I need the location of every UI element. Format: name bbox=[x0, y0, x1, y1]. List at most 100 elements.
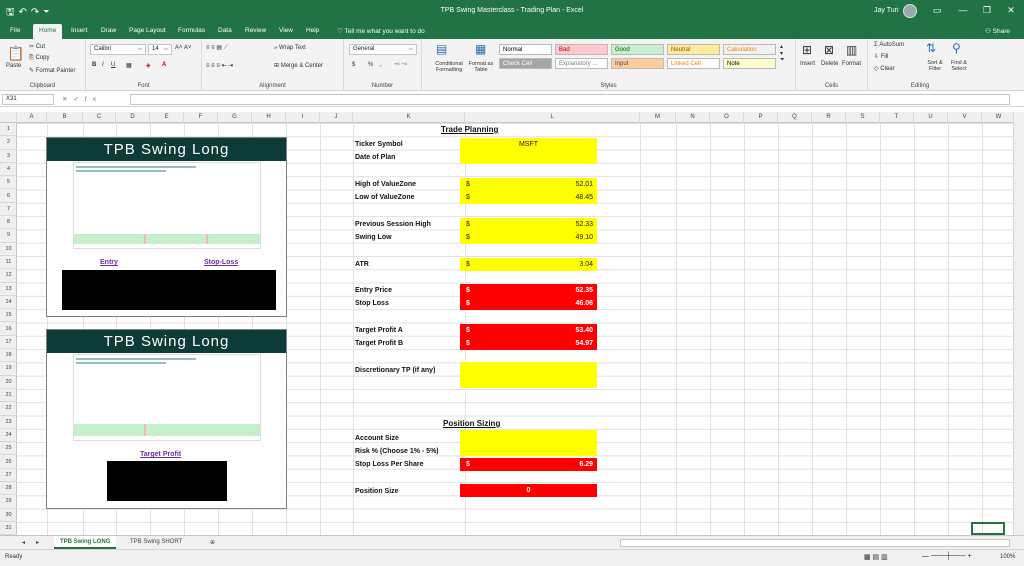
row-header-7[interactable]: 7 bbox=[0, 203, 17, 217]
column-header-p[interactable]: P bbox=[744, 112, 778, 123]
table-icon[interactable]: ▦ bbox=[475, 42, 486, 56]
row-header-9[interactable]: 9 bbox=[0, 229, 17, 243]
row-header-12[interactable]: 12 bbox=[0, 269, 17, 283]
row-header-29[interactable]: 29 bbox=[0, 495, 17, 509]
entry-link[interactable]: Entry bbox=[100, 259, 118, 266]
grow-font-icon[interactable]: A˄ A˅ bbox=[175, 45, 191, 51]
row-header-4[interactable]: 4 bbox=[0, 163, 17, 177]
zoom-slider[interactable]: — ───┼─── + bbox=[922, 553, 972, 560]
borders-icon[interactable]: ▦ bbox=[126, 62, 132, 69]
conditional-formatting-icon[interactable]: ▤ bbox=[436, 42, 447, 56]
row-header-15[interactable]: 15 bbox=[0, 309, 17, 323]
swing-low-cell[interactable]: $49.10 bbox=[460, 231, 597, 244]
date-cell[interactable] bbox=[460, 151, 597, 164]
bold-button[interactable]: B bbox=[92, 62, 96, 68]
cut-button[interactable]: ✂ Cut bbox=[29, 43, 45, 50]
copy-button[interactable]: ⎘ Copy bbox=[29, 55, 49, 62]
low-vz-cell[interactable]: $48.45 bbox=[460, 191, 597, 204]
avatar[interactable] bbox=[903, 4, 917, 18]
row-header-18[interactable]: 18 bbox=[0, 349, 17, 363]
tab-file[interactable]: File bbox=[10, 27, 20, 34]
row-header-11[interactable]: 11 bbox=[0, 256, 17, 270]
column-header-h[interactable]: H bbox=[252, 112, 286, 123]
cell-style-note[interactable]: Note bbox=[723, 58, 776, 69]
column-header-i[interactable]: I bbox=[286, 112, 320, 123]
cell-style-check-cell[interactable]: Check Cell bbox=[499, 58, 552, 69]
column-header-c[interactable]: C bbox=[83, 112, 116, 123]
row-header-21[interactable]: 21 bbox=[0, 389, 17, 403]
format-as-table-button[interactable]: Format as Table bbox=[466, 61, 496, 73]
number-format-select[interactable]: General ⌵ bbox=[349, 44, 417, 55]
fill-color-icon[interactable]: ◈ bbox=[146, 62, 151, 69]
font-name-select[interactable]: Calibri ⌵ bbox=[90, 44, 146, 55]
column-header-r[interactable]: R bbox=[812, 112, 846, 123]
insert-button[interactable]: Insert bbox=[800, 61, 815, 67]
conditional-formatting-button[interactable]: Conditional Formatting bbox=[428, 61, 470, 73]
fx-icon[interactable]: ✕✓fx bbox=[62, 95, 102, 103]
position-size-cell[interactable]: 0 bbox=[460, 484, 597, 497]
column-header-o[interactable]: O bbox=[710, 112, 744, 123]
row-header-27[interactable]: 27 bbox=[0, 469, 17, 483]
font-size-select[interactable]: 14 ⌵ bbox=[148, 44, 172, 55]
comma-button[interactable]: , bbox=[380, 62, 382, 68]
column-header-b[interactable]: B bbox=[47, 112, 83, 123]
find-select-button[interactable]: Find & Select bbox=[946, 60, 972, 72]
row-header-30[interactable]: 30 bbox=[0, 509, 17, 522]
row-header-8[interactable]: 8 bbox=[0, 216, 17, 230]
horizontal-scrollbar[interactable] bbox=[620, 539, 1010, 547]
user-name[interactable]: Jay Turi bbox=[874, 7, 899, 14]
top-align-icon[interactable]: ≡ ≡ ▤ ⟋ bbox=[206, 44, 228, 52]
gallery-scroll-icon[interactable]: ▴ ▾ ⏷ bbox=[780, 43, 785, 64]
entry-cell[interactable]: $52.35 bbox=[460, 284, 597, 297]
clear-button[interactable]: ◇ Clear bbox=[874, 65, 895, 72]
row-header-10[interactable]: 10 bbox=[0, 243, 17, 256]
row-header-17[interactable]: 17 bbox=[0, 336, 17, 350]
left-align-icon[interactable]: ≡ ≡ ≡ ⇤ ⇥ bbox=[206, 62, 233, 69]
row-header-28[interactable]: 28 bbox=[0, 482, 17, 496]
percent-button[interactable]: % bbox=[368, 62, 373, 68]
minimize-icon[interactable]: — bbox=[952, 5, 974, 15]
zoom-level[interactable]: 100% bbox=[1000, 554, 1015, 560]
tab-view[interactable]: View bbox=[279, 27, 293, 34]
autosum-button[interactable]: Σ AutoSum bbox=[874, 42, 904, 48]
delete-button[interactable]: Delete bbox=[821, 61, 838, 67]
row-header-14[interactable]: 14 bbox=[0, 296, 17, 310]
tab-review[interactable]: Review bbox=[245, 27, 266, 34]
target-profit-link[interactable]: Target Profit bbox=[140, 451, 181, 458]
scroll-left-icon[interactable]: ◂ bbox=[16, 536, 31, 549]
insert-cells-icon[interactable]: ⊞ bbox=[802, 43, 812, 57]
row-header-24[interactable]: 24 bbox=[0, 429, 17, 443]
row-header-22[interactable]: 22 bbox=[0, 402, 17, 416]
tab-formulas[interactable]: Formulas bbox=[178, 27, 205, 34]
row-header-5[interactable]: 5 bbox=[0, 176, 17, 190]
column-header-u[interactable]: U bbox=[914, 112, 948, 123]
cell-style-explanatory[interactable]: Explanatory ... bbox=[555, 58, 608, 69]
merge-center-button[interactable]: ⊞ Merge & Center bbox=[274, 62, 323, 69]
select-all-corner[interactable] bbox=[0, 112, 17, 123]
tab-home[interactable]: Home bbox=[33, 24, 63, 39]
format-painter-button[interactable]: ✎ Format Painter bbox=[29, 67, 75, 74]
search-icon[interactable]: ⚲ bbox=[952, 41, 961, 55]
scroll-right-icon[interactable]: ▸ bbox=[30, 536, 45, 549]
column-header-e[interactable]: E bbox=[150, 112, 184, 123]
cell-style-linked-cell[interactable]: Linked Cell bbox=[667, 58, 720, 69]
cell-style-normal[interactable]: Normal bbox=[499, 44, 552, 55]
format-cells-icon[interactable]: ▥ bbox=[846, 43, 857, 57]
row-header-31[interactable]: 31 bbox=[0, 522, 17, 536]
vertical-scrollbar[interactable] bbox=[1013, 112, 1024, 535]
column-header-f[interactable]: F bbox=[184, 112, 218, 123]
stop-loss-link[interactable]: Stop-Loss bbox=[204, 259, 238, 266]
restore-icon[interactable]: ❐ bbox=[976, 5, 998, 16]
sheet-tab-long[interactable]: TPB Swing LONG bbox=[54, 536, 117, 549]
high-vz-cell[interactable]: $52.01 bbox=[460, 178, 597, 191]
italic-button[interactable]: I bbox=[102, 62, 104, 68]
column-header-s[interactable]: S bbox=[846, 112, 880, 123]
stop-cell[interactable]: $46.06 bbox=[460, 297, 597, 310]
column-header-q[interactable]: Q bbox=[778, 112, 812, 123]
column-header-a[interactable]: A bbox=[17, 112, 47, 123]
paste-icon[interactable]: 📋 bbox=[7, 45, 24, 62]
row-header-23[interactable]: 23 bbox=[0, 416, 17, 429]
decimal-icon[interactable]: ⁺⁰ ⁻⁰ bbox=[394, 62, 407, 69]
paste-button[interactable]: Paste bbox=[6, 63, 21, 69]
row-header-1[interactable]: 1 bbox=[0, 123, 17, 137]
